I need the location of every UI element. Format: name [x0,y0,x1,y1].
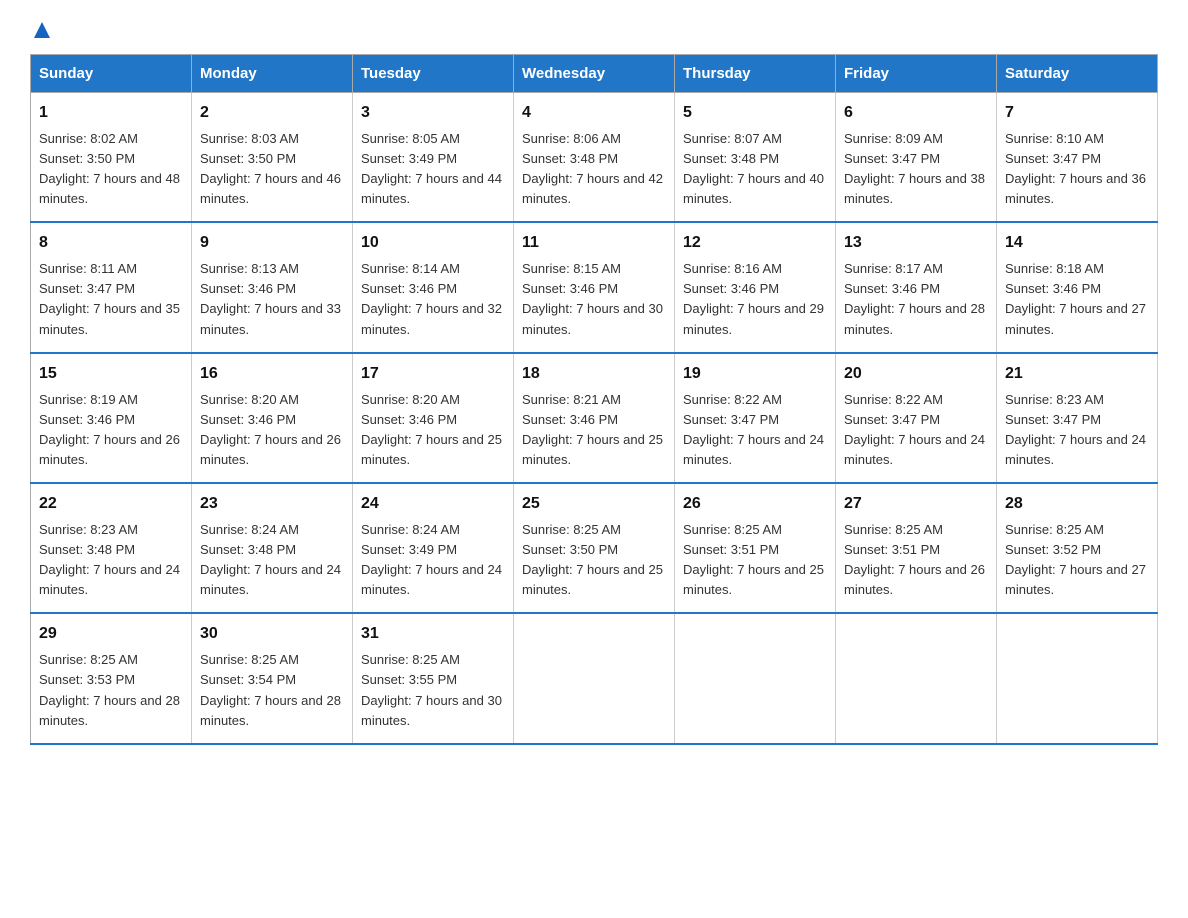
weekday-header-friday: Friday [836,55,997,93]
calendar-cell: 26Sunrise: 8:25 AMSunset: 3:51 PMDayligh… [675,483,836,613]
calendar-cell: 18Sunrise: 8:21 AMSunset: 3:46 PMDayligh… [514,353,675,483]
calendar-cell: 28Sunrise: 8:25 AMSunset: 3:52 PMDayligh… [997,483,1158,613]
calendar-week-row: 29Sunrise: 8:25 AMSunset: 3:53 PMDayligh… [31,613,1158,743]
day-number: 10 [361,231,505,256]
weekday-header-tuesday: Tuesday [353,55,514,93]
calendar-week-row: 22Sunrise: 8:23 AMSunset: 3:48 PMDayligh… [31,483,1158,613]
day-number: 11 [522,231,666,256]
day-number: 5 [683,101,827,126]
weekday-header-thursday: Thursday [675,55,836,93]
calendar-cell: 30Sunrise: 8:25 AMSunset: 3:54 PMDayligh… [192,613,353,743]
day-number: 16 [200,362,344,387]
day-number: 25 [522,492,666,517]
calendar-cell: 2Sunrise: 8:03 AMSunset: 3:50 PMDaylight… [192,93,353,223]
calendar-cell: 16Sunrise: 8:20 AMSunset: 3:46 PMDayligh… [192,353,353,483]
day-number: 24 [361,492,505,517]
calendar-cell: 27Sunrise: 8:25 AMSunset: 3:51 PMDayligh… [836,483,997,613]
day-number: 13 [844,231,988,256]
day-number: 21 [1005,362,1149,387]
day-number: 2 [200,101,344,126]
calendar-cell: 25Sunrise: 8:25 AMSunset: 3:50 PMDayligh… [514,483,675,613]
weekday-header-wednesday: Wednesday [514,55,675,93]
calendar-cell: 20Sunrise: 8:22 AMSunset: 3:47 PMDayligh… [836,353,997,483]
calendar-cell: 3Sunrise: 8:05 AMSunset: 3:49 PMDaylight… [353,93,514,223]
day-number: 20 [844,362,988,387]
calendar-cell: 15Sunrise: 8:19 AMSunset: 3:46 PMDayligh… [31,353,192,483]
calendar-cell: 5Sunrise: 8:07 AMSunset: 3:48 PMDaylight… [675,93,836,223]
day-number: 12 [683,231,827,256]
calendar-week-row: 8Sunrise: 8:11 AMSunset: 3:47 PMDaylight… [31,222,1158,352]
day-number: 15 [39,362,183,387]
weekday-header-saturday: Saturday [997,55,1158,93]
weekday-header-sunday: Sunday [31,55,192,93]
calendar-cell: 29Sunrise: 8:25 AMSunset: 3:53 PMDayligh… [31,613,192,743]
day-number: 6 [844,101,988,126]
day-number: 22 [39,492,183,517]
calendar-week-row: 15Sunrise: 8:19 AMSunset: 3:46 PMDayligh… [31,353,1158,483]
calendar-cell: 17Sunrise: 8:20 AMSunset: 3:46 PMDayligh… [353,353,514,483]
calendar-cell: 22Sunrise: 8:23 AMSunset: 3:48 PMDayligh… [31,483,192,613]
day-number: 26 [683,492,827,517]
calendar-cell: 19Sunrise: 8:22 AMSunset: 3:47 PMDayligh… [675,353,836,483]
calendar-cell: 31Sunrise: 8:25 AMSunset: 3:55 PMDayligh… [353,613,514,743]
weekday-header-row: SundayMondayTuesdayWednesdayThursdayFrid… [31,55,1158,93]
day-number: 1 [39,101,183,126]
calendar-cell: 8Sunrise: 8:11 AMSunset: 3:47 PMDaylight… [31,222,192,352]
calendar-cell [836,613,997,743]
calendar-cell [997,613,1158,743]
logo [30,20,52,36]
day-number: 28 [1005,492,1149,517]
calendar-cell: 24Sunrise: 8:24 AMSunset: 3:49 PMDayligh… [353,483,514,613]
day-number: 29 [39,622,183,647]
day-number: 31 [361,622,505,647]
calendar-cell: 21Sunrise: 8:23 AMSunset: 3:47 PMDayligh… [997,353,1158,483]
calendar-cell: 10Sunrise: 8:14 AMSunset: 3:46 PMDayligh… [353,222,514,352]
day-number: 17 [361,362,505,387]
calendar-cell [514,613,675,743]
calendar-cell: 9Sunrise: 8:13 AMSunset: 3:46 PMDaylight… [192,222,353,352]
day-number: 19 [683,362,827,387]
day-number: 14 [1005,231,1149,256]
day-number: 9 [200,231,344,256]
calendar-cell: 14Sunrise: 8:18 AMSunset: 3:46 PMDayligh… [997,222,1158,352]
calendar-table: SundayMondayTuesdayWednesdayThursdayFrid… [30,54,1158,745]
calendar-cell: 7Sunrise: 8:10 AMSunset: 3:47 PMDaylight… [997,93,1158,223]
day-number: 7 [1005,101,1149,126]
calendar-cell: 12Sunrise: 8:16 AMSunset: 3:46 PMDayligh… [675,222,836,352]
day-number: 8 [39,231,183,256]
calendar-cell: 11Sunrise: 8:15 AMSunset: 3:46 PMDayligh… [514,222,675,352]
calendar-week-row: 1Sunrise: 8:02 AMSunset: 3:50 PMDaylight… [31,93,1158,223]
calendar-cell: 1Sunrise: 8:02 AMSunset: 3:50 PMDaylight… [31,93,192,223]
day-number: 18 [522,362,666,387]
calendar-cell [675,613,836,743]
page-header [30,20,1158,36]
logo-triangle-icon [32,20,52,40]
day-number: 27 [844,492,988,517]
day-number: 4 [522,101,666,126]
day-number: 30 [200,622,344,647]
calendar-cell: 4Sunrise: 8:06 AMSunset: 3:48 PMDaylight… [514,93,675,223]
calendar-cell: 13Sunrise: 8:17 AMSunset: 3:46 PMDayligh… [836,222,997,352]
calendar-cell: 6Sunrise: 8:09 AMSunset: 3:47 PMDaylight… [836,93,997,223]
day-number: 23 [200,492,344,517]
calendar-cell: 23Sunrise: 8:24 AMSunset: 3:48 PMDayligh… [192,483,353,613]
weekday-header-monday: Monday [192,55,353,93]
day-number: 3 [361,101,505,126]
